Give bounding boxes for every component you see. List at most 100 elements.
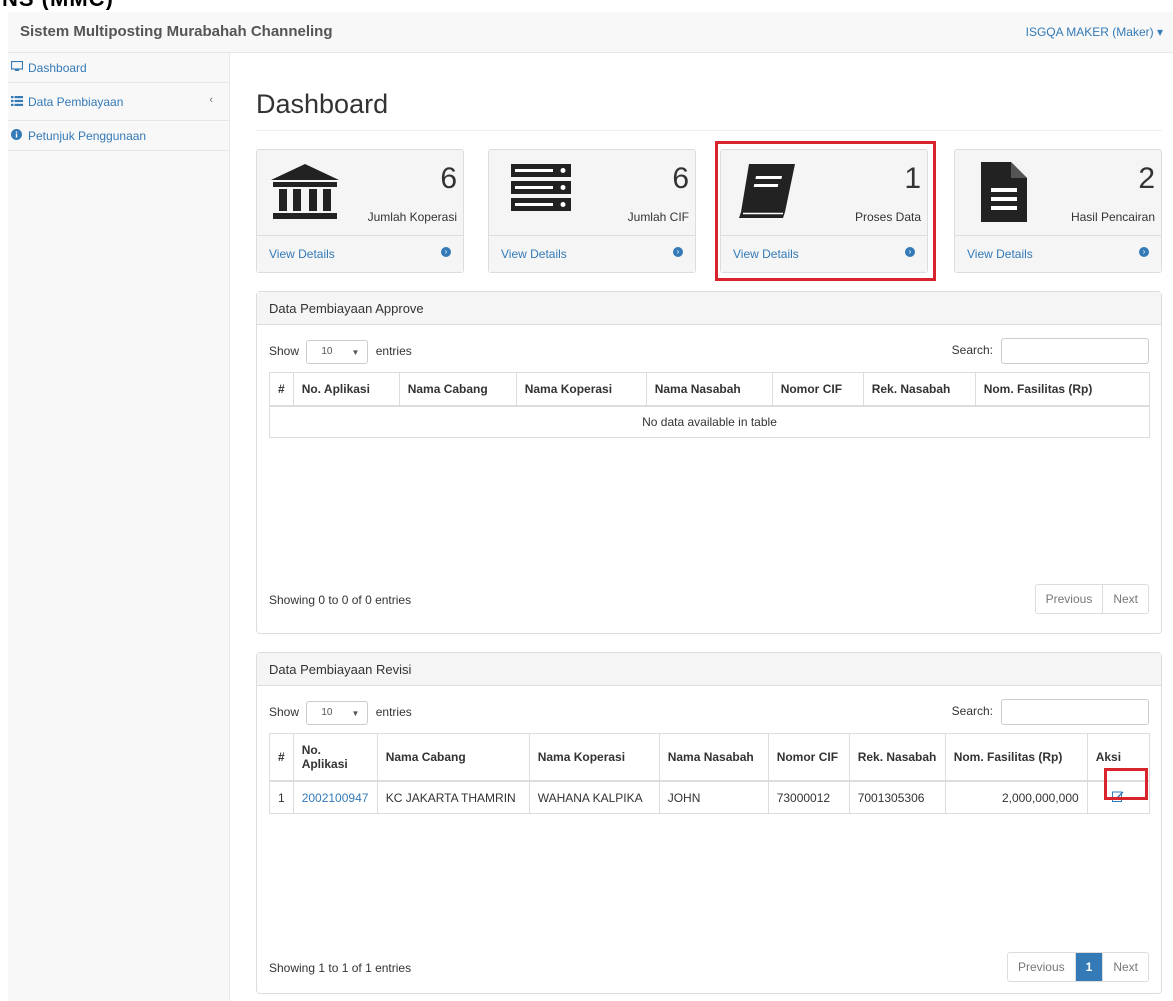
table-row: 1 2002100947 KC JAKARTA THAMRIN WAHANA K… [269,780,1151,814]
entries-select[interactable]: 10 ▼ [306,701,369,725]
sidebar-item-dashboard[interactable]: Dashboard [8,53,229,83]
info-circle-icon [11,129,25,143]
cell-cif: 73000012 [767,780,850,814]
arrow-circle-right-icon[interactable]: › [905,247,915,257]
column-header[interactable]: # [269,733,294,782]
view-details-text[interactable]: View Details [967,247,1033,261]
tile-jumlah-koperasi: 6 Jumlah Koperasi View Details › [256,149,464,273]
cell-koperasi: WAHANA KALPIKA [528,780,660,814]
caret-down-icon: ▼ [351,709,360,718]
desktop-icon [10,60,25,75]
column-header[interactable]: Rek. Nasabah [862,372,976,407]
entries-select[interactable]: 10 ▼ [306,340,369,364]
panel-revisi: Data Pembiayaan Revisi Show 10 ▼ entries … [256,652,1162,994]
column-header[interactable]: Rek. Nasabah [848,733,946,782]
column-header[interactable]: # [269,372,294,407]
aplikasi-link[interactable]: 2002100947 [302,791,369,805]
approve-table: # No. Aplikasi Nama Cabang Nama Koperasi… [269,372,1151,438]
tile-label: Jumlah Koperasi [367,210,457,224]
window-top-text: NS (MMC) [0,0,200,10]
view-details-text[interactable]: View Details [501,247,567,261]
sidebar-item-label: Dashboard [28,61,87,75]
search-input[interactable] [1001,699,1149,725]
column-header[interactable]: Nama Nasabah [645,372,773,407]
cell-aksi [1086,780,1151,814]
next-button[interactable]: Next [1102,585,1148,613]
show-label: Show [269,344,300,359]
cell-no: 1 [269,780,294,814]
column-header[interactable]: No. Aplikasi [292,372,400,407]
arrow-circle-right-icon[interactable]: › [1139,247,1149,257]
entries-label: entries [375,344,412,359]
table-info: Showing 0 to 0 of 0 entries [269,593,412,607]
sidebar-item-petunjuk[interactable]: Petunjuk Penggunaan [8,121,229,151]
previous-button[interactable]: Previous [1008,953,1075,981]
column-header[interactable]: Nom. Fasilitas (Rp) [974,372,1151,407]
view-details-link[interactable]: View Details › [257,236,463,272]
tile-label: Jumlah CIF [627,210,689,224]
brand-title[interactable]: Sistem Multiposting Murabahah Channeling [20,23,333,40]
entries-value: 10 [321,707,333,718]
sidebar-item-label: Data Pembiayaan [28,95,124,109]
arrow-circle-right-icon[interactable]: › [673,247,683,257]
next-button[interactable]: Next [1102,953,1148,981]
view-details-link[interactable]: View Details › [489,236,695,272]
column-header[interactable]: Aksi [1086,733,1151,782]
search-input[interactable] [1001,338,1149,364]
arrow-circle-right-icon[interactable]: › [441,247,451,257]
tile-count: 6 [440,162,457,195]
cell-cabang: KC JAKARTA THAMRIN [376,780,530,814]
edit-icon[interactable] [1112,790,1124,802]
navbar: Sistem Multiposting Murabahah Channeling… [8,12,1173,53]
bank-icon [269,162,341,225]
tile-jumlah-cif: 6 Jumlah CIF View Details › [488,149,696,273]
sidebar-item-data-pembiayaan[interactable]: Data Pembiayaan ‹ [8,83,229,121]
column-header[interactable]: No. Aplikasi [292,733,378,782]
list-icon [11,96,25,109]
view-details-text[interactable]: View Details [269,247,335,261]
panel-title: Data Pembiayaan Revisi [257,653,1161,686]
panel-title: Data Pembiayaan Approve [257,292,1161,325]
view-details-text[interactable]: View Details [733,247,799,261]
column-header[interactable]: Nama Koperasi [515,372,647,407]
entries-label: entries [375,705,412,720]
table-row: No data available in table [269,405,1150,438]
search-box: Search: [952,699,1149,725]
view-details-link[interactable]: View Details › [955,236,1161,272]
table-header-row: # No. Aplikasi Nama Cabang Nama Koperasi… [269,372,1151,407]
empty-message: No data available in table [269,405,1150,438]
tile-label: Proses Data [854,210,921,224]
caret-down-icon: ▼ [351,348,360,357]
table-header-row: # No. Aplikasi Nama Cabang Nama Koperasi… [269,733,1151,782]
cell-nasabah: JOHN [658,780,769,814]
entries-length: Show 10 ▼ entries [269,701,412,725]
column-header[interactable]: Nomor CIF [771,372,864,407]
title-divider [256,130,1162,131]
search-label: Search: [951,343,993,358]
column-header[interactable]: Nama Koperasi [528,733,660,782]
tile-count: 6 [672,162,689,195]
panel-approve: Data Pembiayaan Approve Show 10 ▼ entries… [256,291,1162,634]
cell-fasilitas: 2,000,000,000 [944,780,1088,814]
column-header[interactable]: Nama Cabang [376,733,530,782]
chevron-left-icon[interactable]: ‹ [209,94,213,106]
previous-button[interactable]: Previous [1036,585,1103,613]
column-header[interactable]: Nom. Fasilitas (Rp) [944,733,1088,782]
page-title: Dashboard [256,89,389,119]
book-icon [735,162,799,223]
column-header[interactable]: Nama Cabang [398,372,517,407]
pagination: Previous Next [1034,584,1149,614]
tile-proses-data: 1 Proses Data View Details › [720,149,928,273]
tile-label: Hasil Pencairan [1070,210,1155,224]
sidebar-item-label: Petunjuk Penggunaan [28,129,147,143]
view-details-link[interactable]: View Details › [721,236,927,272]
show-label: Show [269,705,300,720]
column-header[interactable]: Nama Nasabah [658,733,769,782]
revisi-table: # No. Aplikasi Nama Cabang Nama Koperasi… [269,733,1151,814]
column-header[interactable]: Nomor CIF [767,733,850,782]
page-1-button[interactable]: 1 [1074,953,1103,981]
pagination: Previous 1 Next [1006,952,1149,982]
user-menu[interactable]: ISGQA MAKER (Maker) ▾ [1026,25,1163,39]
tile-hasil-pencairan: 2 Hasil Pencairan View Details › [954,149,1162,273]
cell-rek: 7001305306 [848,780,946,814]
